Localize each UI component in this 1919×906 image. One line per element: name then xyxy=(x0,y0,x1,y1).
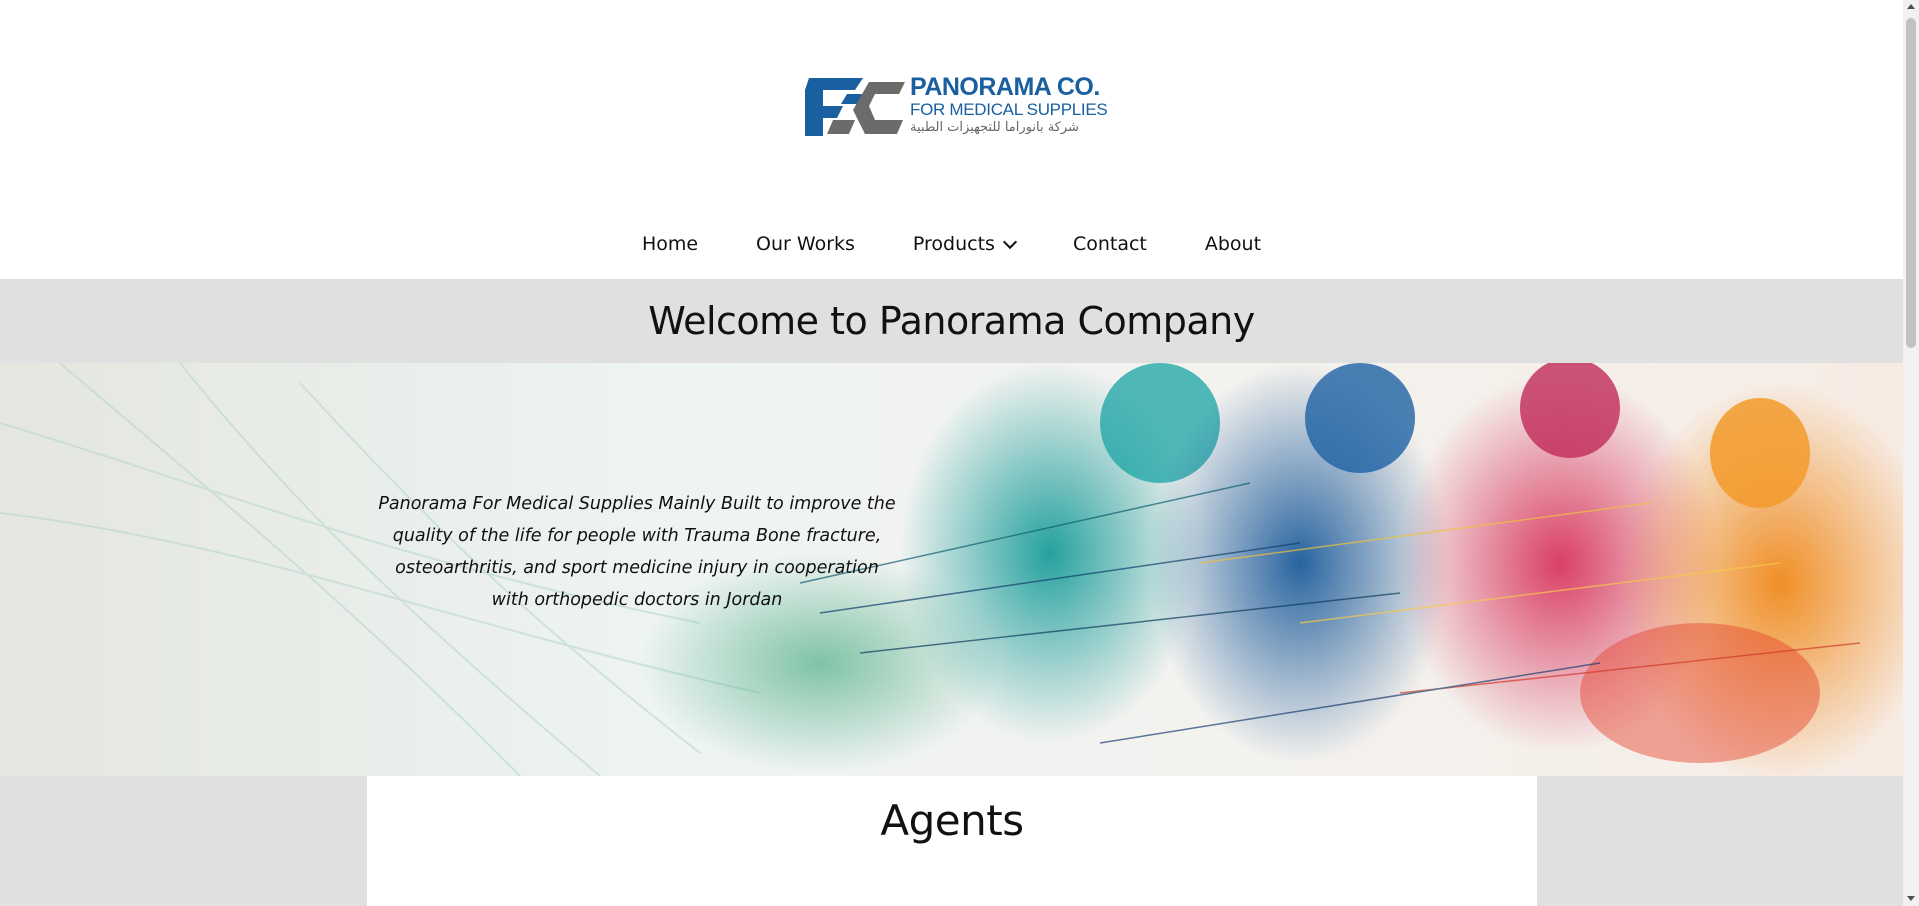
nav-item-label: Products xyxy=(912,233,995,255)
logo-text: PANORAMA CO. FOR MEDICAL SUPPLIES شركة ب… xyxy=(910,74,1110,137)
main-nav: Home Our Works Products Contact About xyxy=(0,228,1903,260)
nav-item-label: Home xyxy=(641,233,699,255)
nav-item-about[interactable]: About xyxy=(1176,228,1290,260)
welcome-title: Welcome to Panorama Company xyxy=(648,299,1255,343)
company-logo[interactable]: PANORAMA CO. FOR MEDICAL SUPPLIES شركة ب… xyxy=(803,74,1108,140)
page: PANORAMA CO. FOR MEDICAL SUPPLIES شركة ب… xyxy=(0,0,1903,906)
nav-item-label: Contact xyxy=(1072,233,1147,255)
welcome-banner: Welcome to Panorama Company xyxy=(0,279,1903,363)
logo-arabic-text: شركة بانوراما للتجهيزات الطبية xyxy=(910,120,1079,135)
nav-item-products[interactable]: Products xyxy=(884,228,1044,260)
hero-section: Panorama For Medical Supplies Mainly Bui… xyxy=(0,363,1903,776)
logo-subtitle: FOR MEDICAL SUPPLIES xyxy=(910,100,1108,119)
scroll-down-arrow-icon[interactable] xyxy=(1907,896,1915,901)
nav-item-label: About xyxy=(1204,233,1262,255)
nav-item-label: Our Works xyxy=(756,233,855,255)
nav-item-our-works[interactable]: Our Works xyxy=(727,228,884,260)
logo-mark-icon xyxy=(805,78,905,136)
chevron-down-icon xyxy=(1002,234,1018,249)
agents-section: Agents xyxy=(367,776,1537,906)
hero-description: Panorama For Medical Supplies Mainly Bui… xyxy=(378,494,896,610)
hero-runners-artwork xyxy=(0,363,1903,776)
nav-item-contact[interactable]: Contact xyxy=(1044,228,1176,260)
scrollbar-thumb[interactable] xyxy=(1906,18,1916,348)
agents-title: Agents xyxy=(880,796,1024,845)
nav-item-home[interactable]: Home xyxy=(613,228,727,260)
logo-title: PANORAMA CO. xyxy=(910,73,1100,101)
scroll-up-arrow-icon[interactable] xyxy=(1907,4,1915,9)
vertical-scrollbar[interactable] xyxy=(1903,0,1919,906)
